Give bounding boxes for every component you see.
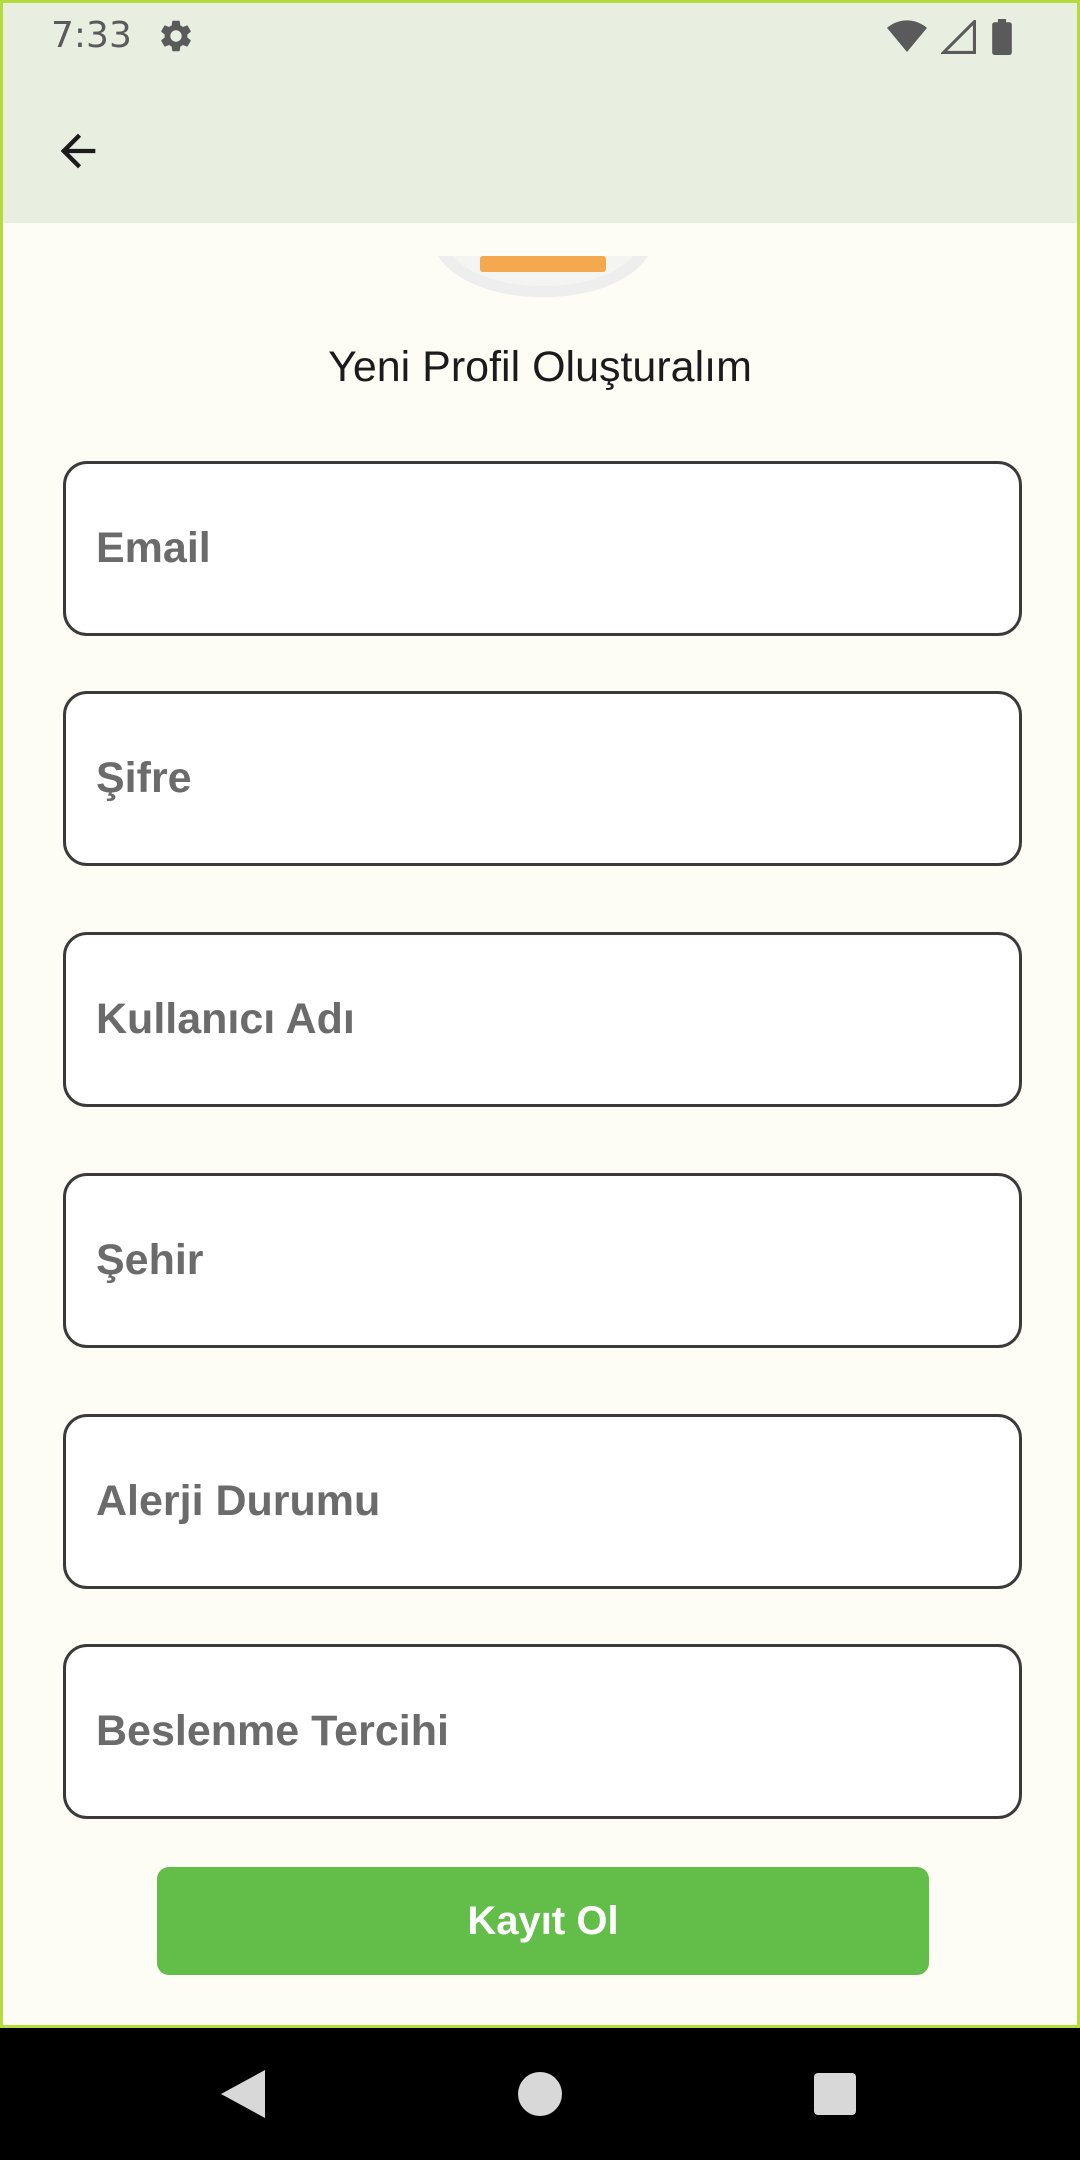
navigation-bar <box>0 2028 1080 2160</box>
signal-icon <box>941 20 976 54</box>
back-triangle-icon <box>221 2070 265 2118</box>
email-input[interactable] <box>66 464 1019 633</box>
city-input[interactable] <box>66 1176 1019 1345</box>
username-field[interactable] <box>63 932 1022 1107</box>
username-input[interactable] <box>66 935 1019 1104</box>
app-screen: 7:33 Yeni Profil Oluşturalım Email Kulla… <box>0 0 1080 2028</box>
nav-back-button[interactable] <box>163 2028 323 2160</box>
gear-icon <box>161 20 191 52</box>
status-time: 7:33 <box>51 15 132 56</box>
email-field[interactable] <box>63 461 1022 636</box>
diet-preference-field[interactable] <box>63 1644 1022 1819</box>
arrow-back-icon <box>60 133 96 169</box>
password-input[interactable] <box>66 694 1019 863</box>
nav-recents-button[interactable] <box>755 2028 915 2160</box>
wifi-icon <box>887 20 927 52</box>
recents-square-icon <box>814 2073 856 2115</box>
back-button[interactable] <box>33 111 123 191</box>
allergy-field[interactable] <box>63 1414 1022 1589</box>
home-circle-icon <box>518 2072 562 2116</box>
nav-home-button[interactable] <box>460 2028 620 2160</box>
city-field[interactable] <box>63 1173 1022 1348</box>
allergy-input[interactable] <box>66 1417 1019 1586</box>
status-bar: 7:33 <box>3 3 1077 71</box>
register-button[interactable]: Kayıt Ol <box>157 1867 929 1975</box>
page-title: Yeni Profil Oluşturalım <box>328 343 752 391</box>
password-field[interactable] <box>63 691 1022 866</box>
battery-icon <box>992 19 1012 55</box>
diet-preference-input[interactable] <box>66 1647 1019 1816</box>
status-icons <box>887 19 1013 55</box>
app-logo <box>438 256 648 298</box>
